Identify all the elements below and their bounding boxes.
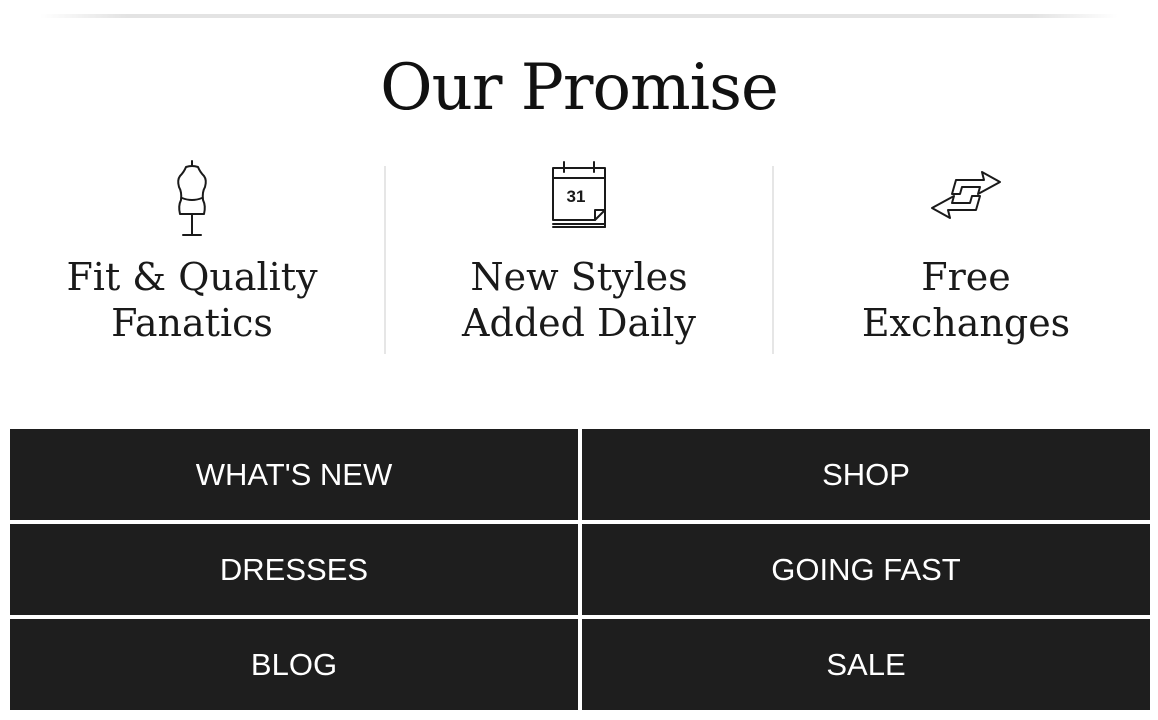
- feature-label: Fit & Quality Fanatics: [66, 255, 318, 345]
- category-nav-grid: WHAT'S NEW SHOP DRESSES GOING FAST BLOG …: [10, 429, 1150, 711]
- promise-title: Our Promise: [380, 51, 779, 125]
- feature-label: New Styles Added Daily: [462, 255, 696, 345]
- feature-free-exchanges: Free Exchanges: [774, 160, 1158, 360]
- calendar-day-text: 31: [567, 187, 586, 206]
- feature-label: Free Exchanges: [861, 255, 1071, 345]
- calendar-icon: 31: [534, 160, 624, 240]
- nav-button-blog[interactable]: BLOG: [10, 619, 578, 710]
- top-divider: [40, 14, 1118, 18]
- dress-form-icon: [147, 160, 237, 240]
- nav-button-shop[interactable]: SHOP: [582, 429, 1150, 520]
- nav-button-whats-new[interactable]: WHAT'S NEW: [10, 429, 578, 520]
- feature-fit-quality: Fit & Quality Fanatics: [0, 160, 384, 360]
- feature-new-styles: 31 New Styles Added Daily: [386, 160, 772, 360]
- exchange-arrows-icon: [921, 160, 1011, 240]
- promise-features: Fit & Quality Fanatics 31 New Styles Add…: [0, 160, 1158, 360]
- nav-button-dresses[interactable]: DRESSES: [10, 524, 578, 615]
- nav-button-sale[interactable]: SALE: [582, 619, 1150, 710]
- nav-button-going-fast[interactable]: GOING FAST: [582, 524, 1150, 615]
